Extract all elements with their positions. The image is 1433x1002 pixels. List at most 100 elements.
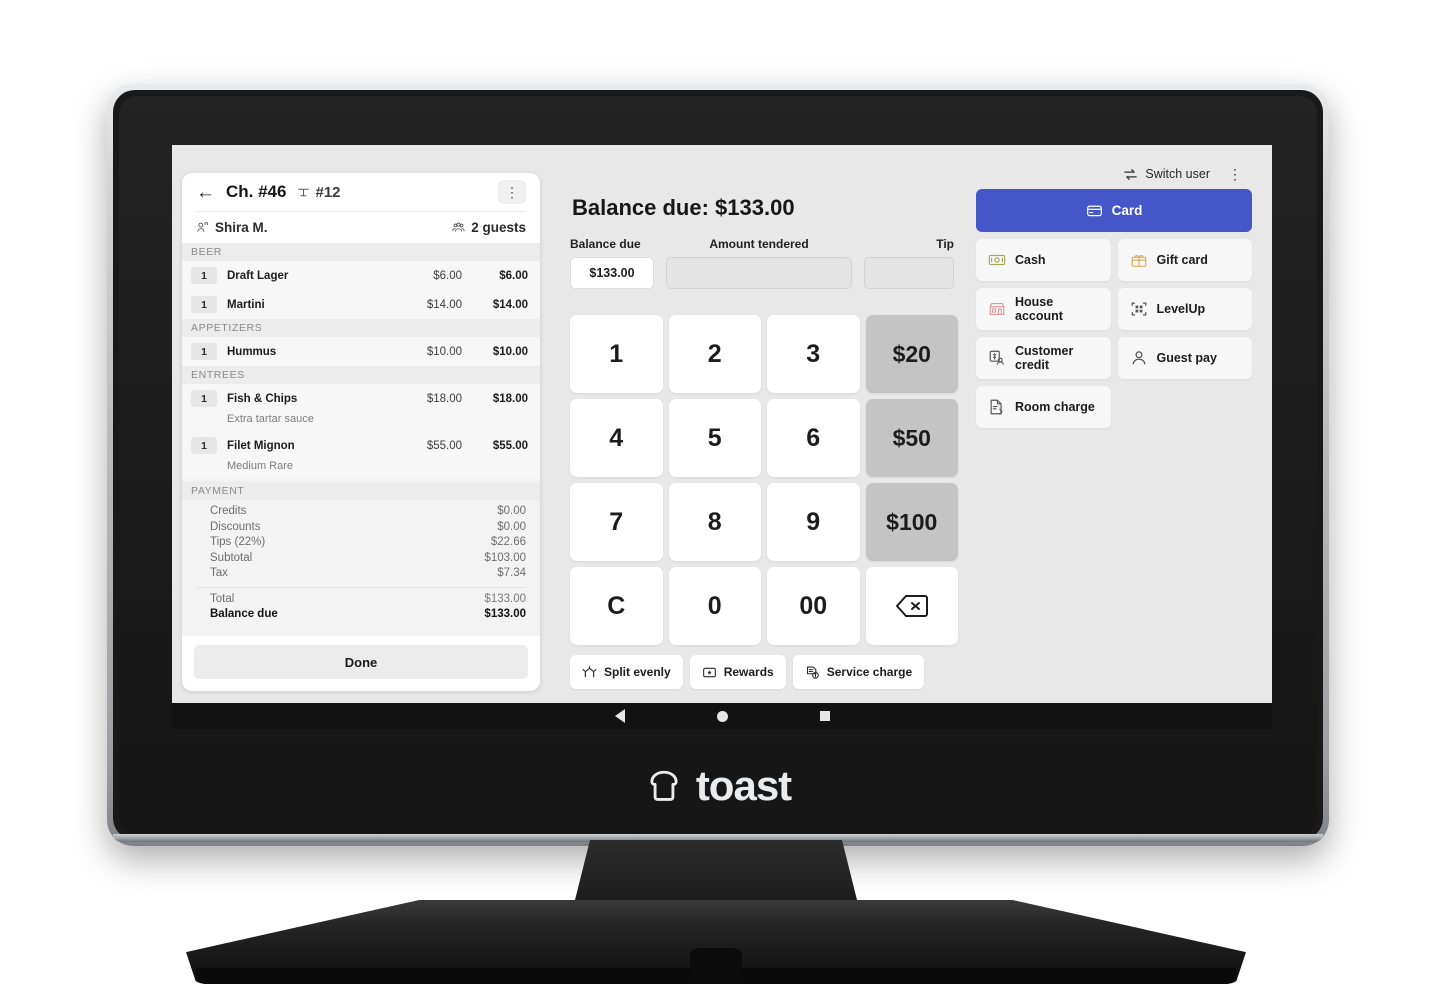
- order-panel-header: ← Ch. #46 #12 ⋮ Shira M. 2 guests: [182, 173, 540, 243]
- tip-input[interactable]: [864, 257, 954, 289]
- keypad-key-0[interactable]: 0: [668, 567, 761, 645]
- item-modifier: Extra tartar sauce: [182, 413, 540, 431]
- keypad-key-00[interactable]: 00: [767, 567, 860, 645]
- payment-divider: [196, 586, 526, 588]
- payment-summary-value: $103.00: [484, 551, 526, 564]
- card-payment-label: Card: [1111, 203, 1143, 218]
- back-arrow-icon[interactable]: ←: [196, 183, 215, 202]
- keypad-key-6[interactable]: 6: [767, 399, 860, 477]
- nav-recent-icon[interactable]: [819, 711, 830, 721]
- guests-icon: [452, 222, 465, 232]
- method-label: Gift card: [1156, 253, 1208, 267]
- payment-actions-row: Split evenly Rewards Service charge: [570, 655, 958, 689]
- house-account-icon-wrap: [988, 300, 1006, 318]
- order-item-row[interactable]: 1 Filet Mignon $55.00 $55.00: [182, 431, 540, 460]
- method-label: Customer credit: [1015, 344, 1074, 372]
- customer-credit-icon: [989, 350, 1004, 365]
- order-item-row[interactable]: 1 Martini $14.00 $14.00: [182, 290, 540, 319]
- action-label: Rewards: [723, 665, 774, 679]
- order-items-list[interactable]: BEER 1 Draft Lager $6.00 $6.00 1 Martini $14.00…: [182, 243, 540, 636]
- keypad-key-2[interactable]: 2: [668, 315, 761, 393]
- keypad-key-5[interactable]: 5: [668, 399, 761, 477]
- qr-code-icon: [1131, 302, 1146, 316]
- numeric-keypad: 1 2 3 $20 4 5 6 $50 7 8 9 $100 C 0 00: [570, 315, 958, 645]
- payment-summary-row: Credits $0.00: [196, 504, 526, 520]
- payment-summary-label: Subtotal: [210, 551, 253, 564]
- method-label: Guest pay: [1156, 351, 1217, 365]
- customer-credit-icon-wrap: [988, 349, 1006, 367]
- payment-summary-value: $22.66: [490, 536, 526, 548]
- service-charge-icon: [806, 666, 819, 679]
- backspace-icon: [895, 595, 928, 617]
- nav-back-icon[interactable]: [614, 709, 625, 723]
- keypad-key-9[interactable]: 9: [767, 483, 860, 561]
- action-service-charge-button[interactable]: Service charge: [792, 655, 925, 689]
- keypad-key-C[interactable]: C: [570, 567, 663, 645]
- method-label: LevelUp: [1156, 302, 1206, 316]
- tip-field-group: Tip: [864, 237, 954, 289]
- order-item-row[interactable]: 1 Hummus $10.00 $10.00: [182, 337, 540, 366]
- keypad-key-4[interactable]: 4: [570, 399, 663, 477]
- category-header: APPETIZERS: [182, 319, 540, 337]
- guest-name[interactable]: Shira M.: [196, 220, 268, 235]
- item-name: Filet Mignon: [227, 439, 295, 452]
- method-room-charge-button[interactable]: Room charge: [976, 386, 1111, 428]
- balance-due-field[interactable]: $133.00: [570, 257, 654, 289]
- payment-summary-row: Tips (22%) $22.66: [196, 535, 526, 551]
- order-item-row[interactable]: 1 Fish & Chips $18.00 $18.00: [182, 384, 540, 413]
- tip-field-label: Tip: [936, 237, 954, 251]
- item-total-price: $18.00: [492, 392, 528, 405]
- done-button[interactable]: Done: [194, 645, 528, 679]
- order-total-value: $133.00: [484, 592, 526, 605]
- nav-home-icon[interactable]: [716, 710, 728, 722]
- amount-tendered-field-label: Amount tendered: [709, 237, 809, 251]
- method-cash-button[interactable]: Cash: [976, 239, 1111, 281]
- guest-count[interactable]: 2 guests: [452, 220, 526, 235]
- pos-screen: ← Ch. #46 #12 ⋮ Shira M. 2 guests BEER 1…: [172, 145, 1272, 703]
- payment-summary-value: $7.34: [497, 567, 526, 579]
- payment-summary-value: $0.00: [497, 505, 526, 517]
- switch-user-button[interactable]: Switch user: [1123, 167, 1210, 182]
- payment-summary-value: $0.00: [497, 520, 526, 533]
- payment-summary-row: Tax $7.34: [196, 566, 526, 582]
- method-levelup-button[interactable]: LevelUp: [1117, 288, 1252, 330]
- keypad-backspace-button[interactable]: [865, 567, 958, 645]
- action-rewards-button[interactable]: Rewards: [689, 655, 786, 689]
- screenshot-scene: ← Ch. #46 #12 ⋮ Shira M. 2 guests BEER 1…: [0, 0, 1433, 1002]
- action-split-evenly-button[interactable]: Split evenly: [570, 655, 683, 689]
- method-guest-pay-button[interactable]: Guest pay: [1117, 337, 1252, 379]
- toast-logo-icon: [650, 770, 678, 801]
- method-gift-card-button[interactable]: Gift card: [1117, 239, 1252, 281]
- item-total-price: $14.00: [492, 298, 528, 311]
- order-balance-label: Balance due: [210, 608, 278, 620]
- keypad-key-$100[interactable]: $100: [865, 483, 958, 561]
- keypad-key-1[interactable]: 1: [570, 315, 663, 393]
- category-header: BEER: [182, 243, 540, 261]
- payment-lines: Credits $0.00 Discounts $0.00 Tips (22%) $22.…: [196, 504, 526, 582]
- amount-tendered-input[interactable]: [666, 257, 852, 289]
- method-customer-credit-button[interactable]: Customer credit: [976, 337, 1111, 379]
- item-unit-price: $14.00: [426, 298, 462, 311]
- method-house-account-button[interactable]: House account: [976, 288, 1111, 330]
- keypad-key-$20[interactable]: $20: [865, 315, 958, 393]
- payment-summary-row: Discounts $0.00: [196, 520, 526, 536]
- keypad-key-3[interactable]: 3: [767, 315, 860, 393]
- card-payment-button[interactable]: Card: [976, 189, 1252, 232]
- order-item-row[interactable]: 1 Draft Lager $6.00 $6.00: [182, 261, 540, 290]
- keypad-key-8[interactable]: 8: [668, 483, 761, 561]
- method-label: Room charge: [1015, 400, 1095, 414]
- item-quantity: 1: [191, 296, 217, 313]
- item-unit-price: $18.00: [426, 392, 462, 405]
- table-tag[interactable]: #12: [297, 184, 341, 201]
- topbar-options-button[interactable]: ⋮: [1224, 166, 1246, 183]
- keypad-key-7[interactable]: 7: [570, 483, 663, 561]
- order-header-top-row: ← Ch. #46 #12 ⋮: [196, 173, 526, 211]
- cash-icon-wrap: [988, 251, 1006, 269]
- order-payment-summary: PAYMENT Credits $0.00 Discounts $0.00 Tips (…: [182, 478, 540, 629]
- category-header: ENTREES: [182, 366, 540, 384]
- action-label: Service charge: [826, 665, 913, 679]
- keypad-key-$50[interactable]: $50: [865, 399, 958, 477]
- payment-summary-label: Tax: [210, 567, 228, 579]
- order-options-button[interactable]: ⋮: [498, 180, 526, 204]
- item-unit-price: $10.00: [426, 345, 462, 358]
